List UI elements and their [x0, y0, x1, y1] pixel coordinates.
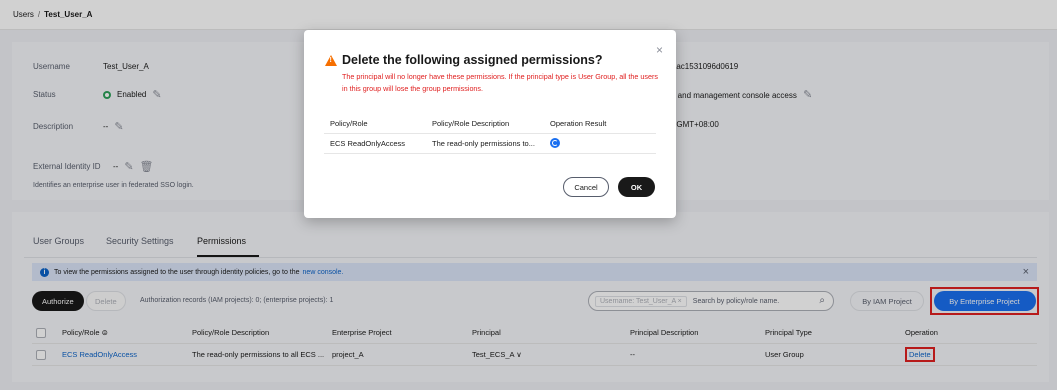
- dialog-description: The read-only permissions to...: [432, 139, 535, 148]
- table-header-row: Policy/Role ⊜ Policy/Role Description En…: [32, 322, 1037, 344]
- description-value: -- ✎: [103, 120, 124, 133]
- dialog-policy: ECS ReadOnlyAccess: [330, 139, 406, 148]
- dialog-title: Delete the following assigned permission…: [325, 53, 602, 67]
- edit-access-type-icon[interactable]: ✎: [803, 89, 812, 101]
- status-row: Status Enabled ✎: [33, 88, 162, 101]
- breadcrumb-current: Test_User_A: [44, 10, 93, 19]
- breadcrumb: Users / Test_User_A: [0, 0, 1057, 30]
- authorization-records: Authorization records (IAM projects): 0;…: [140, 297, 334, 304]
- external-id-label: External Identity ID: [33, 162, 101, 171]
- search-input[interactable]: Username: Test_User_A × Search by policy…: [588, 291, 834, 311]
- dialog-header-description: Policy/Role Description: [432, 119, 510, 128]
- by-iam-project-button[interactable]: By IAM Project: [850, 291, 924, 311]
- permissions-card: User Groups Security Settings Permission…: [12, 212, 1049, 382]
- permissions-toolbar: Authorize Delete Authorization records (…: [32, 287, 1039, 315]
- dialog-close-icon[interactable]: ×: [656, 43, 663, 57]
- edit-external-id-icon[interactable]: ✎: [124, 160, 133, 173]
- operation-cell: Delete: [905, 347, 1005, 362]
- header-principal-type: Principal Type: [765, 328, 812, 337]
- warning-icon: [325, 54, 337, 66]
- dialog-result: [550, 137, 650, 150]
- table-row: ECS ReadOnlyAccess The read-only permiss…: [32, 344, 1037, 366]
- tab-security-settings[interactable]: Security Settings: [106, 236, 174, 246]
- header-enterprise-project: Enterprise Project: [332, 328, 392, 337]
- authorize-button[interactable]: Authorize: [32, 291, 84, 311]
- banner-text: To view the permissions assigned to the …: [54, 268, 300, 276]
- principal-dropdown[interactable]: Test_ECS_A ∨: [472, 350, 630, 359]
- active-tab-indicator: [197, 255, 259, 257]
- ok-button[interactable]: OK: [618, 177, 655, 197]
- cancel-button[interactable]: Cancel: [563, 177, 609, 197]
- info-icon: i: [40, 267, 49, 277]
- access-type-value: ess and management console access ✎: [663, 88, 812, 101]
- header-policy-description: Policy/Role Description: [192, 328, 270, 337]
- tab-divider: [24, 257, 1037, 258]
- description-text: --: [103, 122, 109, 131]
- access-type-text: ess and management console access: [663, 91, 797, 100]
- search-filter-chip[interactable]: Username: Test_User_A ×: [595, 295, 687, 307]
- permissions-table: Policy/Role ⊜ Policy/Role Description En…: [32, 322, 1037, 366]
- edit-status-icon[interactable]: ✎: [152, 88, 161, 101]
- header-principal-description: Principal Description: [630, 328, 699, 337]
- header-policy-role[interactable]: Policy/Role ⊜: [62, 328, 192, 337]
- breadcrumb-separator: /: [37, 10, 41, 19]
- username-row: Username Test_User_A: [33, 62, 149, 71]
- edit-description-icon[interactable]: ✎: [114, 120, 123, 133]
- policy-link[interactable]: ECS ReadOnlyAccess: [62, 350, 192, 359]
- breadcrumb-parent[interactable]: Users: [13, 10, 34, 19]
- dialog-table: Policy/Role Policy/Role Description Oper…: [324, 114, 656, 154]
- username-label: Username: [33, 62, 70, 71]
- close-icon[interactable]: ×: [1023, 266, 1029, 278]
- tab-permissions[interactable]: Permissions: [197, 236, 246, 246]
- loading-icon: [550, 137, 560, 148]
- username-value: Test_User_A: [103, 62, 149, 71]
- dialog-header-result: Operation Result: [550, 119, 607, 128]
- dialog-header-policy: Policy/Role: [330, 119, 368, 128]
- trash-icon[interactable]: 🗑: [140, 160, 154, 173]
- dialog-table-header: Policy/Role Policy/Role Description Oper…: [324, 114, 656, 134]
- dialog-warning-message: The principal will no longer have these …: [342, 72, 659, 93]
- search-icon[interactable]: ⌕: [819, 295, 825, 306]
- status-text: Enabled: [117, 90, 147, 99]
- status-value: Enabled ✎: [103, 88, 162, 101]
- row-checkbox[interactable]: [36, 349, 46, 360]
- header-operation: Operation: [905, 328, 938, 337]
- tab-user-groups[interactable]: User Groups: [33, 236, 84, 246]
- highlight-box: By Enterprise Project: [930, 287, 1039, 315]
- delete-button[interactable]: Delete: [86, 291, 126, 311]
- sso-hint: Identifies an enterprise user in federat…: [33, 182, 194, 189]
- principal-description: --: [630, 350, 635, 359]
- header-principal: Principal: [472, 328, 501, 337]
- external-id-value: -- ✎ 🗑: [113, 160, 154, 173]
- dialog-table-row: ECS ReadOnlyAccess The read-only permiss…: [324, 134, 656, 154]
- status-enabled-icon: [103, 90, 111, 99]
- dialog-title-text: Delete the following assigned permission…: [342, 53, 603, 67]
- description-row: Description -- ✎: [33, 120, 124, 133]
- external-id-row: External Identity ID -- ✎ 🗑: [33, 160, 154, 173]
- new-console-link[interactable]: new console.: [303, 269, 344, 276]
- delete-link[interactable]: Delete: [905, 347, 935, 362]
- info-banner: i To view the permissions assigned to th…: [32, 263, 1037, 281]
- policy-description: The read-only permissions to all ECS ...: [192, 350, 325, 359]
- enterprise-project: project_A: [332, 350, 364, 359]
- principal-type: User Group: [765, 350, 804, 359]
- status-label: Status: [33, 90, 56, 99]
- description-label: Description: [33, 122, 74, 131]
- delete-confirmation-dialog: Delete the following assigned permission…: [304, 30, 676, 218]
- external-id-text: --: [113, 162, 119, 171]
- by-enterprise-project-button[interactable]: By Enterprise Project: [933, 291, 1036, 311]
- search-placeholder: Search by policy/role name.: [692, 297, 780, 305]
- select-all-checkbox[interactable]: [36, 327, 46, 338]
